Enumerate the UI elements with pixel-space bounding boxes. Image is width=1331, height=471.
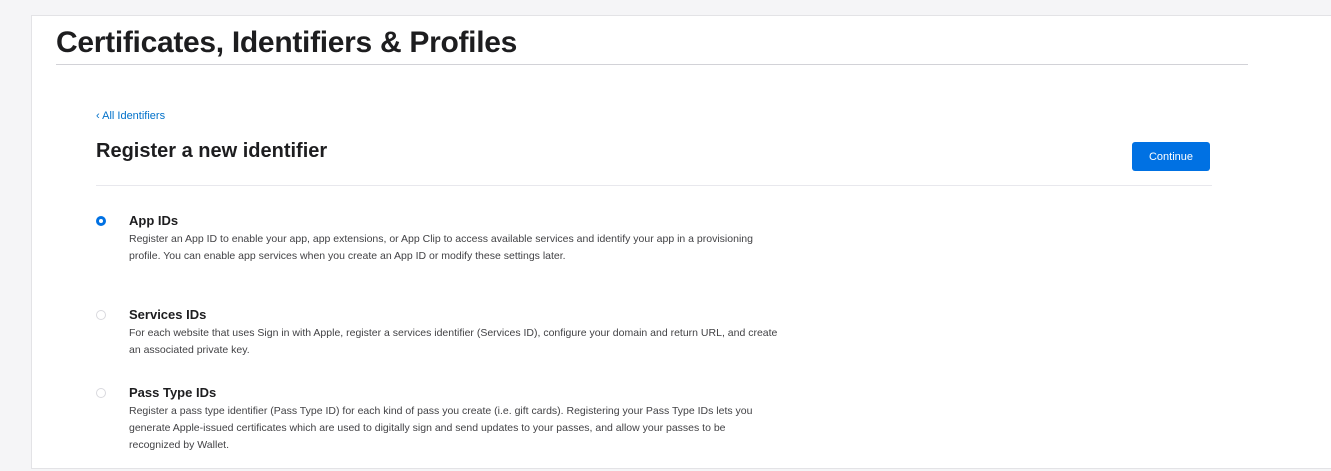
option-title: App IDs bbox=[129, 213, 179, 228]
option-description: Register a pass type identifier (Pass Ty… bbox=[129, 405, 753, 451]
continue-button[interactable]: Continue bbox=[1132, 142, 1210, 171]
option-title: Services IDs bbox=[129, 307, 207, 322]
pass-type-ids-radio[interactable] bbox=[96, 388, 106, 398]
option-title: Pass Type IDs bbox=[129, 385, 217, 400]
all-identifiers-back-link[interactable]: ‹ All Identifiers bbox=[96, 110, 165, 122]
section-divider bbox=[96, 185, 1212, 186]
page-title: Certificates, Identifiers & Profiles bbox=[56, 26, 518, 59]
option-description: For each website that uses Sign in with … bbox=[129, 327, 778, 356]
option-description: Register an App ID to enable your app, a… bbox=[129, 233, 753, 262]
section-title: Register a new identifier bbox=[96, 140, 328, 162]
main-card: Certificates, Identifiers & Profiles ‹ A… bbox=[31, 15, 1331, 469]
title-divider bbox=[56, 64, 1248, 65]
app-ids-radio[interactable] bbox=[96, 216, 106, 226]
services-ids-radio[interactable] bbox=[96, 310, 106, 320]
